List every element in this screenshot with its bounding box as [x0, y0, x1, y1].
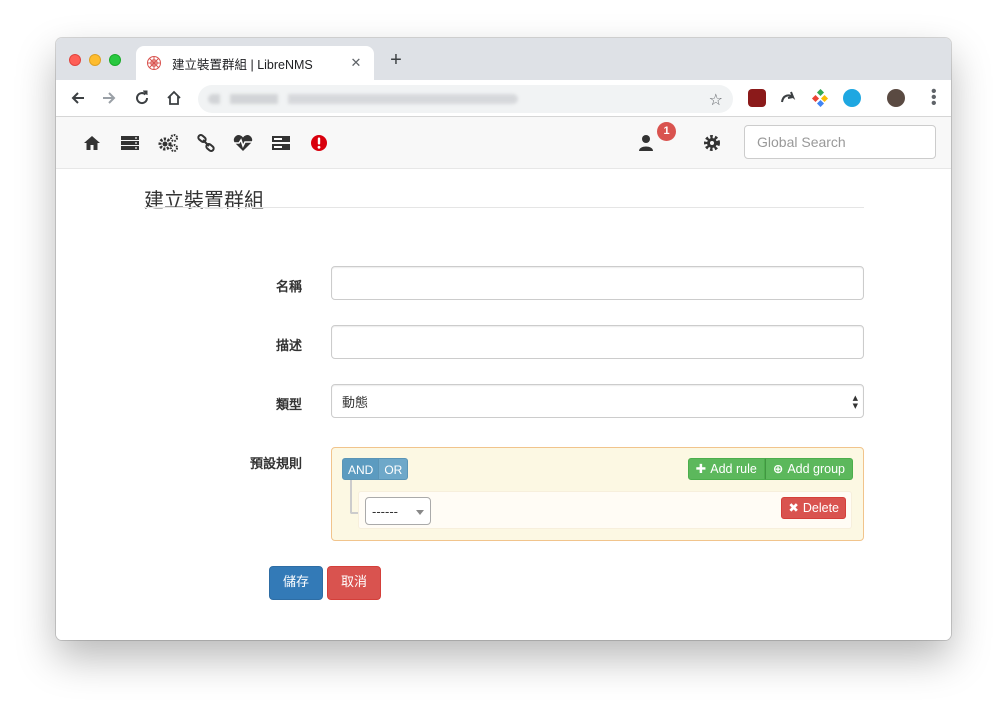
- notification-badge[interactable]: 1: [657, 122, 676, 141]
- title-divider: [144, 207, 864, 208]
- close-tab-icon[interactable]: ✕: [348, 55, 364, 71]
- address-bar[interactable]: ☆: [198, 85, 733, 113]
- librenms-navbar: 1: [56, 117, 951, 169]
- plus-circle-icon: ⊕: [772, 461, 784, 476]
- reload-button[interactable]: [132, 88, 152, 108]
- rule-row: ------ ✖ Delete: [358, 491, 852, 529]
- global-search-input[interactable]: [744, 125, 936, 159]
- page-title: 建立裝置群組: [144, 188, 264, 212]
- alert-icon[interactable]: [308, 132, 330, 154]
- server-icon[interactable]: [119, 132, 141, 154]
- maximize-window-button[interactable]: [109, 54, 121, 66]
- name-input[interactable]: [331, 266, 864, 300]
- browser-menu-icon[interactable]: • • •: [931, 84, 937, 112]
- storage-icon[interactable]: [270, 132, 292, 154]
- add-group-label: Add group: [787, 461, 845, 476]
- browser-tab[interactable]: 建立裝置群組 | LibreNMS ✕: [136, 46, 374, 80]
- ublock-extension-icon[interactable]: [748, 89, 766, 107]
- arrow-right-icon: [103, 92, 116, 104]
- tab-strip: 建立裝置群組 | LibreNMS ✕ +: [56, 38, 951, 80]
- url-text-blurred: [208, 94, 518, 104]
- cancel-button[interactable]: 取消: [327, 566, 382, 600]
- name-label: 名稱: [275, 280, 302, 295]
- add-rule-button[interactable]: ✚ Add rule: [687, 458, 765, 480]
- delete-label: Delete: [802, 501, 839, 515]
- rule-field-value: ------: [372, 504, 398, 519]
- select-arrows-icon: ▲ ▼: [852, 394, 858, 410]
- query-builder: AND OR ✚ Add rule ⊕ Add group ------ ✖ D…: [331, 447, 864, 541]
- description-label: 描述: [275, 339, 302, 354]
- arrow-left-icon: [71, 92, 84, 104]
- close-window-button[interactable]: [69, 54, 81, 66]
- chevron-down-icon: [416, 510, 424, 515]
- link-icon[interactable]: [195, 132, 217, 154]
- librenms-favicon-icon: [147, 56, 161, 70]
- rule-field-select[interactable]: ------: [365, 497, 431, 525]
- extension-colorful-icon[interactable]: [811, 88, 829, 108]
- rules-label: 預設規則: [249, 457, 302, 472]
- type-select-value: 動態: [342, 395, 369, 411]
- type-select[interactable]: 動態 ▲ ▼: [331, 384, 864, 418]
- tab-title: 建立裝置群組 | LibreNMS: [172, 57, 313, 72]
- bookmark-star-icon[interactable]: ☆: [709, 90, 723, 110]
- home-icon[interactable]: [81, 132, 103, 154]
- or-button[interactable]: OR: [379, 458, 409, 480]
- home-button[interactable]: [164, 88, 184, 108]
- save-button[interactable]: 儲存: [269, 566, 324, 600]
- cogs-icon[interactable]: [157, 132, 179, 154]
- add-group-button[interactable]: ⊕ Add group: [764, 458, 853, 480]
- back-button[interactable]: [68, 88, 88, 108]
- group-actions: ✚ Add rule ⊕ Add group: [687, 458, 853, 480]
- new-tab-button[interactable]: +: [386, 50, 406, 70]
- forward-button[interactable]: [99, 88, 119, 108]
- page-content: 1 建立裝置群組 名稱 描述 類型 動態 ▲▼ 預設規則 AND OR: [56, 117, 951, 640]
- delete-rule-button[interactable]: ✖ Delete: [781, 497, 846, 519]
- heartbeat-icon[interactable]: [232, 132, 254, 154]
- description-input[interactable]: [331, 325, 864, 359]
- type-label: 類型: [275, 398, 302, 413]
- times-icon: ✖: [788, 501, 799, 515]
- condition-toggle: AND OR: [342, 458, 409, 480]
- browser-window: 建立裝置群組 | LibreNMS ✕ + ☆ • • • 1 Global S…: [56, 38, 951, 640]
- add-rule-label: Add rule: [710, 461, 757, 476]
- profile-avatar[interactable]: [887, 89, 905, 107]
- gear-icon[interactable]: [701, 132, 723, 154]
- home-outline-icon: [167, 90, 181, 105]
- minimize-window-button[interactable]: [89, 54, 101, 66]
- user-icon[interactable]: [635, 132, 657, 154]
- plus-icon: ✚: [695, 461, 707, 476]
- extension-arrow-icon[interactable]: [779, 89, 797, 107]
- and-button[interactable]: AND: [342, 458, 380, 480]
- browser-toolbar: ☆ • • •: [56, 80, 951, 117]
- reload-icon: [136, 90, 149, 105]
- sync-extension-icon[interactable]: [843, 89, 861, 107]
